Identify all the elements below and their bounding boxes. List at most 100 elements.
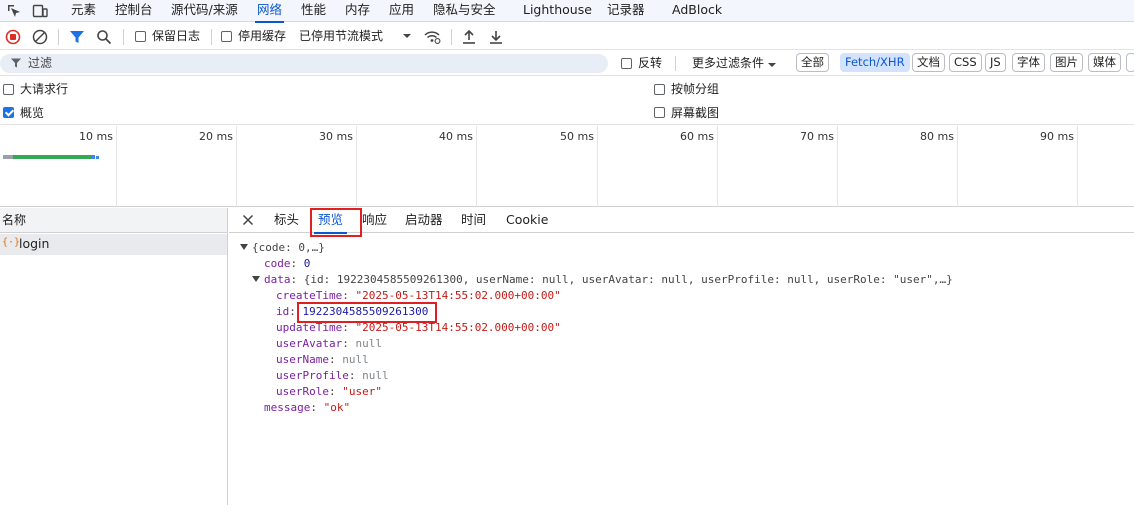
timeline-gridline: 20 ms (117, 126, 237, 207)
toolbar-divider (451, 29, 452, 45)
json-row-updateTime: updateTime: "2025-05-13T14:55:02.000+00:… (276, 321, 561, 334)
tab-elements[interactable]: 元素 (71, 0, 96, 22)
name-column-header[interactable]: 名称 (0, 208, 227, 233)
type-filter-overflow[interactable] (1126, 53, 1134, 72)
waterfall-marker (96, 156, 99, 159)
json-row-data[interactable]: data: {id: 1922304585509261300, userName… (252, 272, 953, 288)
tab-adblock[interactable]: AdBlock (672, 0, 722, 22)
tab-console[interactable]: 控制台 (115, 0, 153, 22)
tab-privacy-security[interactable]: 隐私与安全 (433, 0, 496, 22)
tab-response[interactable]: 响应 (362, 208, 387, 233)
inspect-element-icon[interactable] (6, 3, 22, 19)
more-filters-dropdown[interactable]: 更多过滤条件 (692, 55, 764, 71)
toolbar-divider (58, 29, 59, 45)
filter-bar: 过滤 反转 更多过滤条件 全部 Fetch/XHR 文档 CSS JS 字体 图… (0, 51, 1134, 76)
type-filter-font[interactable]: 字体 (1012, 53, 1045, 72)
tab-performance[interactable]: 性能 (301, 0, 326, 22)
json-key: message (264, 401, 311, 414)
type-filter-img[interactable]: 图片 (1050, 53, 1083, 72)
timeline-tick-label: 10 ms (79, 130, 113, 143)
request-row-login[interactable]: {·} login (0, 234, 227, 255)
network-toolbar: 保留日志 停用缓存 已停用节流模式 (0, 23, 1134, 50)
json-root-summary: {code: 0,…} (252, 241, 325, 254)
json-value: "2025-05-13T14:55:02.000+00:00" (355, 321, 561, 334)
toolbar-divider (675, 56, 676, 71)
group-by-frame-label: 按帧分组 (671, 82, 720, 96)
preserve-log-label: 保留日志 (152, 29, 201, 43)
json-data-summary-role: "user" (893, 273, 933, 286)
type-filter-js[interactable]: JS (985, 53, 1006, 72)
throttling-select[interactable]: 已停用节流模式 (299, 28, 383, 44)
preserve-log-checkbox[interactable] (135, 31, 146, 42)
tab-application[interactable]: 应用 (389, 0, 414, 22)
overview-checkbox[interactable] (3, 107, 14, 118)
filter-placeholder: 过滤 (28, 56, 53, 70)
tab-network[interactable]: 网络 (254, 0, 285, 23)
large-rows-checkbox[interactable] (3, 84, 14, 95)
overview-timeline[interactable]: 10 ms 20 ms 30 ms 40 ms 50 ms 60 ms 70 m… (0, 126, 1134, 207)
filter-funnel-icon[interactable] (68, 28, 86, 46)
type-filter-media[interactable]: 媒体 (1088, 53, 1121, 72)
filter-input[interactable]: 过滤 (0, 54, 608, 73)
json-value: "2025-05-13T14:55:02.000+00:00" (355, 289, 561, 302)
chevron-down-icon[interactable] (767, 59, 777, 69)
network-options: 大请求行 按帧分组 概览 屏幕截图 (0, 77, 1134, 125)
json-key: userName (276, 353, 329, 366)
request-waterfall-bar (3, 155, 95, 159)
json-value: null (342, 353, 369, 366)
timeline-gridline: 70 ms (718, 126, 838, 207)
timeline-tick-label: 50 ms (560, 130, 594, 143)
json-key: createTime (276, 289, 343, 302)
import-har-upload-icon[interactable] (460, 28, 478, 46)
json-row-userRole: userRole: "user" (276, 385, 382, 398)
export-har-download-icon[interactable] (487, 28, 505, 46)
timeline-tick-label: 70 ms (800, 130, 834, 143)
json-row-userName: userName: null (276, 353, 369, 366)
invert-checkbox[interactable] (621, 58, 632, 69)
toolbar-divider (211, 29, 212, 45)
type-filter-fetch-xhr[interactable]: Fetch/XHR (840, 53, 910, 72)
stop-recording-icon[interactable] (4, 28, 22, 46)
json-value: "ok" (323, 401, 351, 414)
devtools-tab-bar: 元素 控制台 源代码/来源 网络 性能 内存 应用 隐私与安全 Lighthou… (0, 0, 1134, 23)
disable-cache-label: 停用缓存 (238, 29, 287, 43)
timeline-tick-label: 80 ms (920, 130, 954, 143)
timeline-gridline: 30 ms (237, 126, 357, 207)
tab-initiator[interactable]: 启动器 (405, 208, 443, 233)
json-row-message: message: "ok" (264, 401, 351, 414)
tab-memory[interactable]: 内存 (345, 0, 370, 22)
close-icon[interactable] (242, 214, 254, 226)
device-toolbar-icon[interactable] (32, 3, 48, 19)
expand-triangle-icon (252, 276, 260, 282)
tab-sources[interactable]: 源代码/来源 (171, 0, 238, 22)
tab-cookies[interactable]: Cookie (506, 208, 548, 233)
json-row-userProfile: userProfile: null (276, 369, 389, 382)
json-key: updateTime (276, 321, 343, 334)
chevron-down-icon[interactable] (400, 29, 414, 43)
filter-funnel-icon (10, 57, 22, 69)
tab-lighthouse[interactable]: Lighthouse (523, 0, 592, 22)
type-filter-doc[interactable]: 文档 (912, 53, 945, 72)
request-list: 名称 {·} login (0, 208, 228, 505)
tab-recorder[interactable]: 记录器 (607, 0, 645, 22)
timeline-tick-label: 20 ms (199, 130, 233, 143)
invert-label: 反转 (638, 56, 663, 70)
group-by-frame-checkbox[interactable] (654, 84, 665, 95)
network-conditions-wifi-icon[interactable] (423, 28, 441, 46)
timeline-gridline: 10 ms (0, 126, 117, 207)
json-key: userProfile (276, 369, 349, 382)
screenshots-checkbox[interactable] (654, 107, 665, 118)
type-filter-css[interactable]: CSS (949, 53, 982, 72)
clear-icon[interactable] (31, 28, 49, 46)
json-key: code (264, 257, 291, 270)
tab-timing[interactable]: 时间 (461, 208, 486, 233)
json-key: userRole (276, 385, 329, 398)
timeline-tick-label: 30 ms (319, 130, 353, 143)
timeline-gridline: 50 ms (477, 126, 598, 207)
search-icon[interactable] (95, 28, 113, 46)
json-root-node[interactable]: {code: 0,…} (240, 240, 325, 256)
tab-headers[interactable]: 标头 (274, 208, 299, 233)
type-filter-all[interactable]: 全部 (796, 53, 829, 72)
toolbar-divider (123, 29, 124, 45)
disable-cache-checkbox[interactable] (221, 31, 232, 42)
